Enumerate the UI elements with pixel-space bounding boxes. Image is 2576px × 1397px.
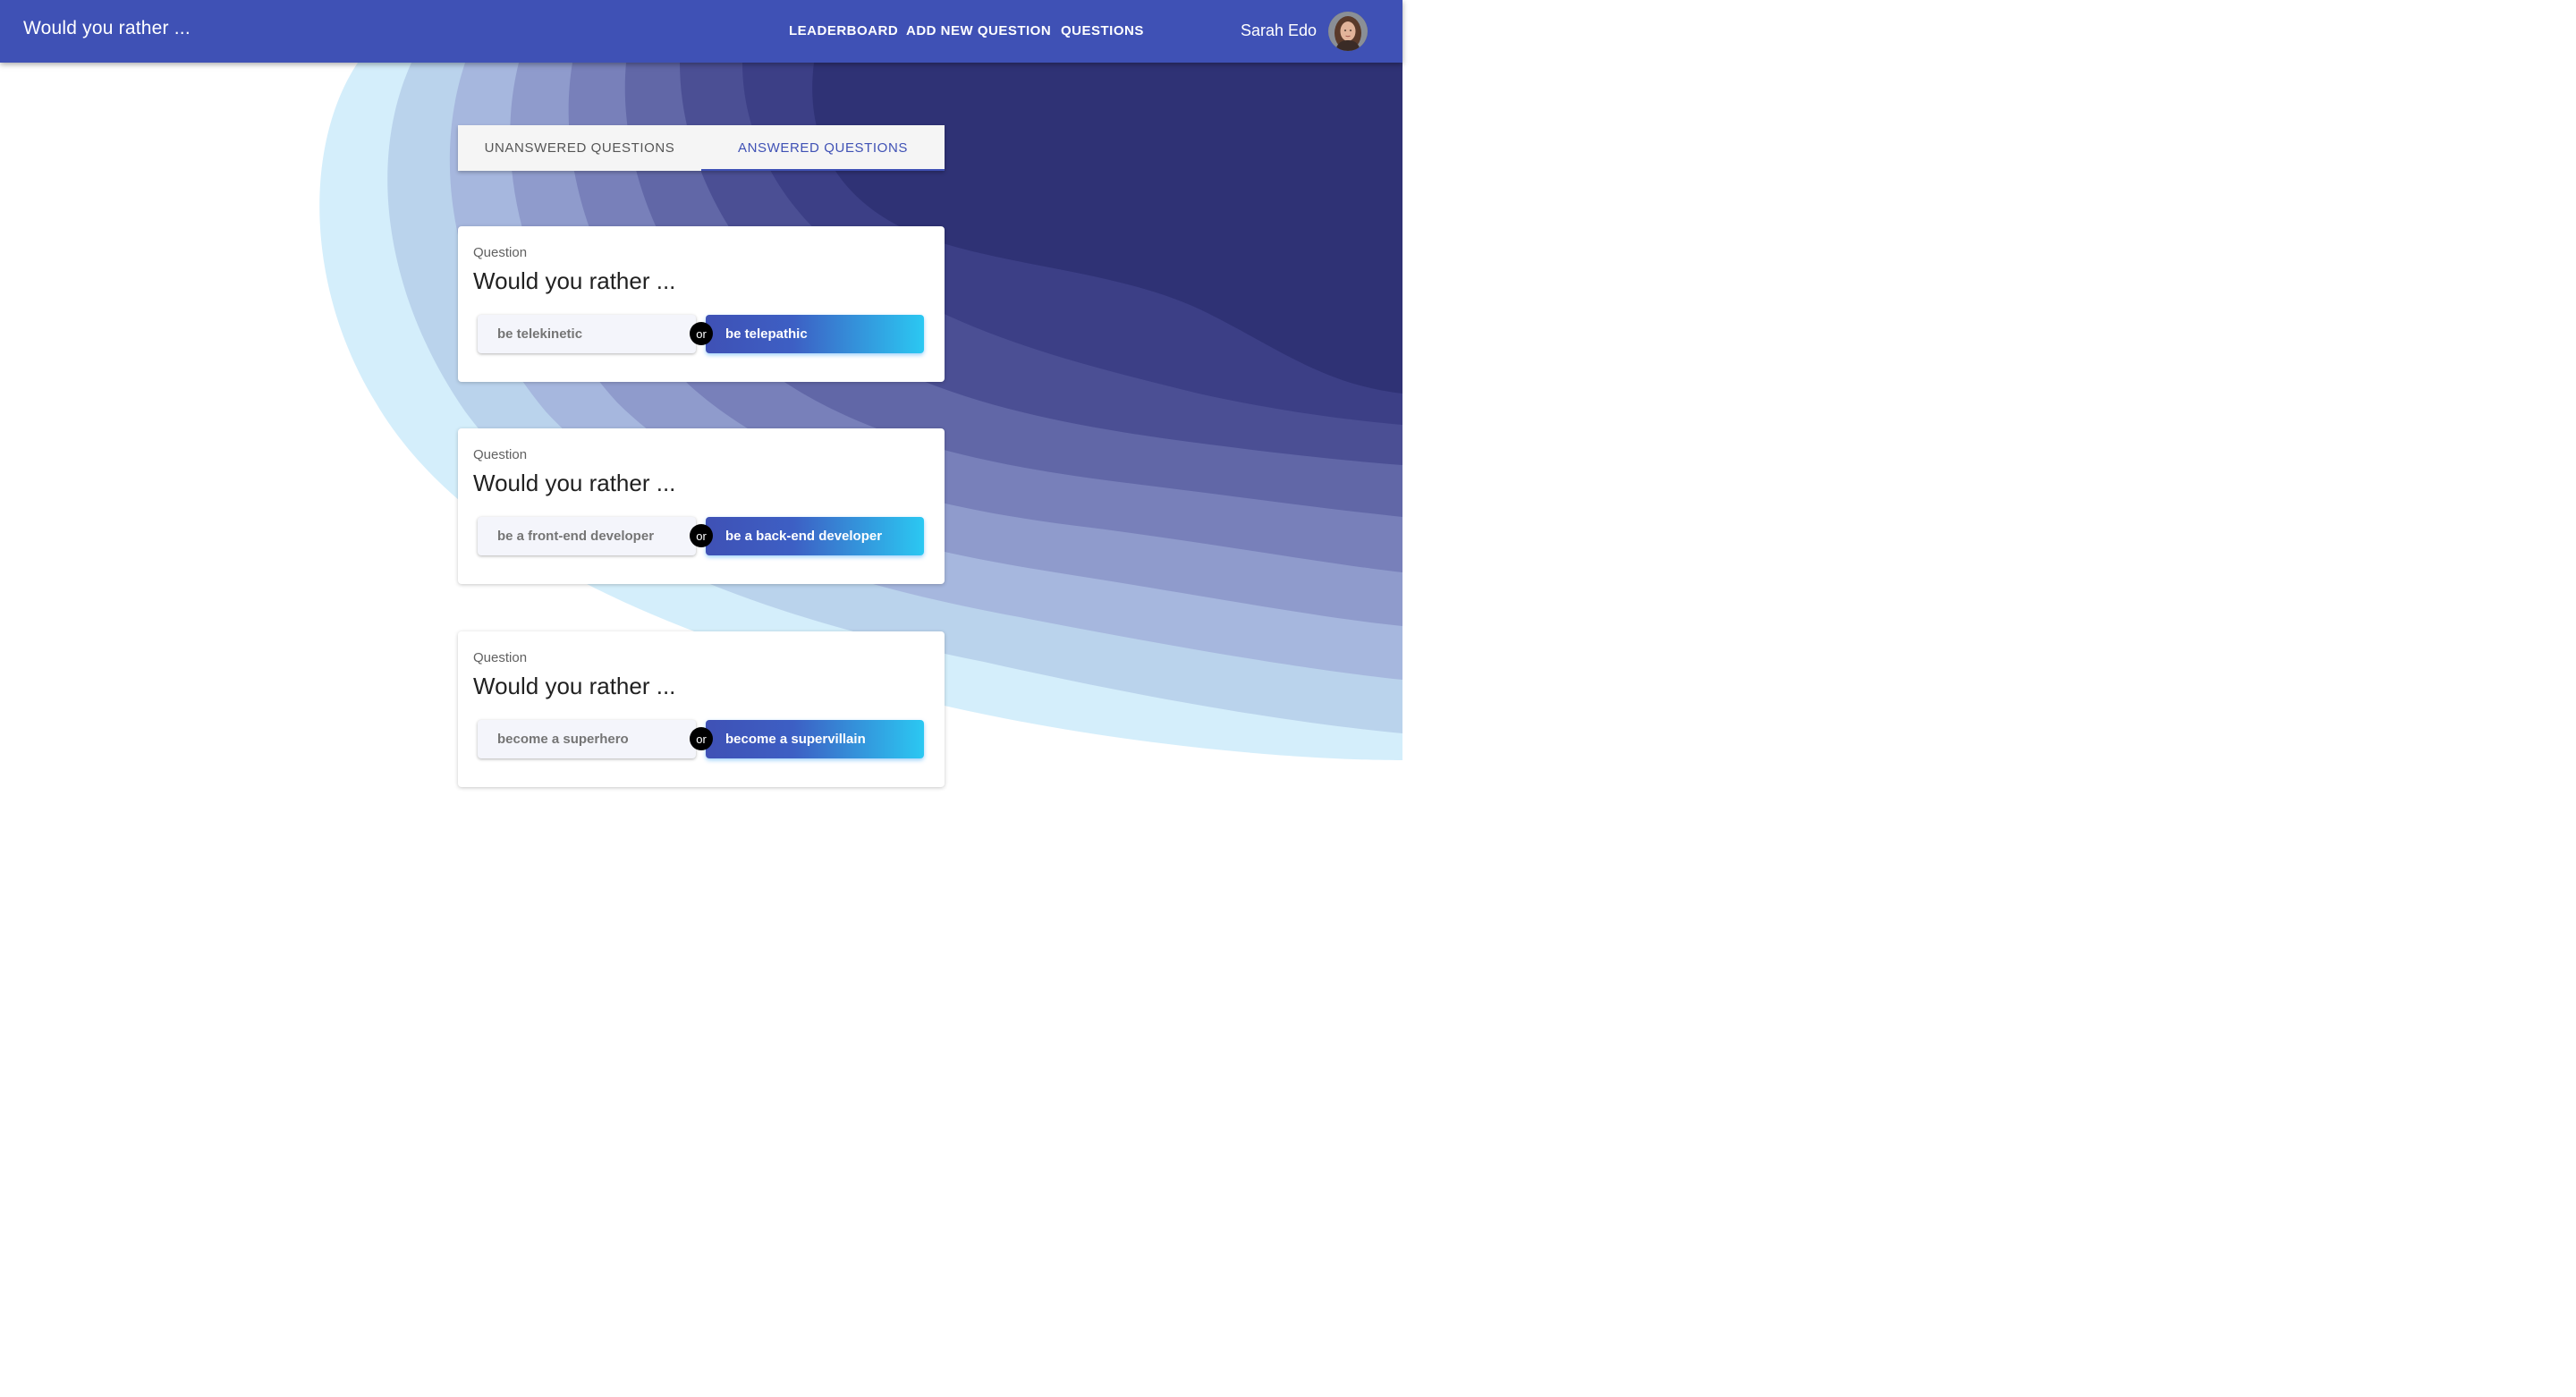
question-title: Would you rather ...: [473, 267, 676, 294]
nav-add-new-question[interactable]: ADD NEW QUESTION: [906, 23, 1051, 38]
option-one-button[interactable]: become a superhero: [478, 720, 696, 758]
tab-answered-questions[interactable]: ANSWERED QUESTIONS: [701, 125, 945, 171]
question-title: Would you rather ...: [473, 673, 676, 699]
nav-leaderboard[interactable]: LEADERBOARD: [789, 23, 898, 38]
question-card: Question Would you rather ... be telekin…: [458, 226, 945, 382]
user-name: Sarah Edo: [1240, 21, 1317, 39]
option-two-button[interactable]: become a supervillain: [706, 720, 924, 758]
or-badge: or: [690, 524, 713, 547]
or-badge: or: [690, 727, 713, 750]
nav-questions[interactable]: QUESTIONS: [1061, 23, 1144, 38]
question-label: Question: [473, 650, 528, 665]
question-tabs: UNANSWERED QUESTIONS ANSWERED QUESTIONS: [458, 125, 945, 171]
tab-unanswered-questions[interactable]: UNANSWERED QUESTIONS: [458, 125, 701, 171]
question-label: Question: [473, 245, 528, 260]
app-bar: Would you rather ... LEADERBOARD ADD NEW…: [0, 0, 1402, 63]
app-title[interactable]: Would you rather ...: [23, 18, 191, 39]
question-card: Question Would you rather ... become a s…: [458, 631, 945, 787]
question-label: Question: [473, 447, 528, 462]
option-two-button[interactable]: be a back-end developer: [706, 517, 924, 555]
option-one-button[interactable]: be a front-end developer: [478, 517, 696, 555]
or-badge: or: [690, 322, 713, 345]
question-title: Would you rather ...: [473, 470, 676, 496]
question-card: Question Would you rather ... be a front…: [458, 428, 945, 584]
avatar-portrait-icon: [1328, 12, 1368, 51]
user-avatar[interactable]: [1328, 12, 1368, 51]
option-one-button[interactable]: be telekinetic: [478, 315, 696, 353]
option-two-button[interactable]: be telepathic: [706, 315, 924, 353]
